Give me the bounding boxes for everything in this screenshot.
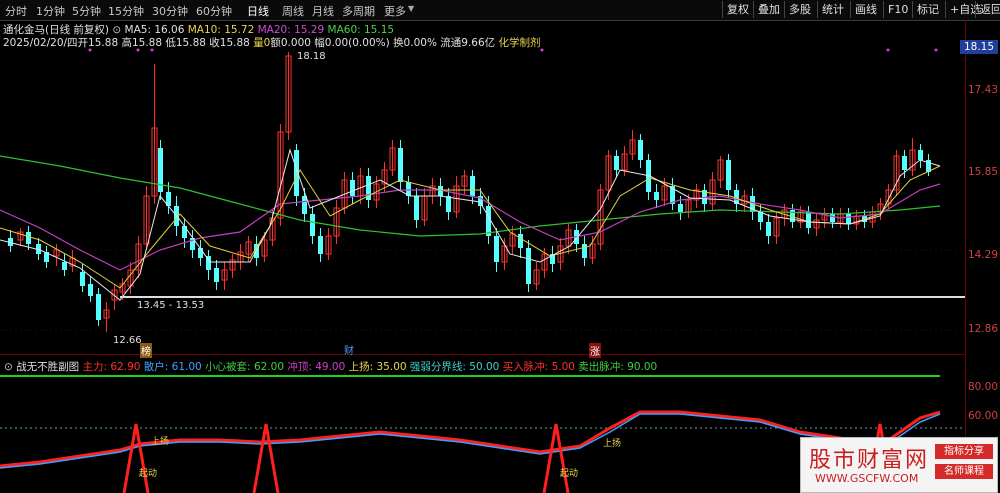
indicator-xiaoxin: 小心被套: 62.00	[205, 361, 284, 373]
candle-body	[902, 156, 907, 170]
buy-pulse-spike	[542, 423, 570, 493]
candle-body	[758, 212, 763, 222]
indicator-shangyang: 上扬: 35.00	[348, 361, 407, 373]
indicator-chongding: 冲顶: 49.00	[287, 361, 346, 373]
signal-dot	[886, 48, 890, 52]
candle-body	[766, 222, 771, 236]
indicator-header: ⊙ 战无不胜副图 主力: 62.90 散户: 61.00 小心被套: 62.00…	[4, 359, 657, 374]
indicator-label-up: 上扬	[603, 439, 622, 449]
kline-chart[interactable]	[0, 0, 1000, 493]
candle-body	[26, 232, 31, 244]
candle-body	[310, 214, 315, 236]
candle-body	[446, 196, 451, 212]
watermark-tag-share: 指标分享	[935, 444, 993, 459]
candle-body	[678, 204, 683, 212]
candle-body	[398, 148, 403, 182]
candle-body	[318, 236, 323, 254]
candle-body	[62, 262, 67, 270]
indicator-maichu: 卖出脉冲: 90.00	[578, 361, 658, 373]
low-annotation: 12.66	[113, 335, 142, 346]
watermark-url: WWW.GSCFW.COM	[815, 472, 919, 485]
candle-body	[182, 226, 187, 238]
watermark-logo: 股市财富网 WWW.GSCFW.COM 指标分享 名师课程	[800, 437, 998, 493]
candle-body	[846, 214, 851, 224]
signal-dot	[540, 48, 544, 52]
signal-dot	[150, 48, 154, 52]
candle-body	[350, 180, 355, 196]
buy-pulse-spike	[122, 423, 150, 493]
candle-body	[80, 272, 85, 286]
candle-body	[726, 160, 731, 190]
candle-body	[486, 206, 491, 236]
candle-body	[494, 236, 499, 262]
watermark-title: 股市财富网	[809, 448, 930, 473]
watermark-tag-course: 名师课程	[935, 464, 993, 479]
buy-pulse-spike	[252, 423, 280, 493]
candle-body	[654, 192, 659, 200]
candle-body	[918, 150, 923, 160]
candle-body	[214, 268, 219, 282]
candle-body	[614, 156, 619, 170]
candle-body	[88, 284, 93, 296]
candle-body	[470, 176, 475, 196]
indicator-sanhu: 散户: 61.00	[143, 361, 202, 373]
candle-body	[806, 212, 811, 228]
candle-body	[526, 248, 531, 284]
candle-body	[582, 244, 587, 258]
high-annotation: 18.18	[297, 51, 326, 62]
event-marker-zhang[interactable]: 涨	[589, 343, 601, 358]
candle-body	[638, 140, 643, 160]
indicator-label-qi: 起动	[139, 469, 158, 479]
indicator-label-up: 上扬	[151, 437, 170, 447]
candle-body	[414, 196, 419, 220]
support-range-annotation: 13.45 - 13.53	[137, 300, 205, 311]
indicator-name[interactable]: 战无不胜副图	[16, 361, 79, 373]
indicator-mairu: 买入脉冲: 5.00	[502, 361, 575, 373]
signal-dot	[88, 48, 92, 52]
indicator-settings-icon[interactable]: ⊙	[4, 361, 13, 373]
candle-body	[830, 214, 835, 222]
signal-dot	[934, 48, 938, 52]
candle-body	[518, 234, 523, 248]
ma5-line	[0, 148, 941, 301]
event-marker-bang[interactable]: 榜	[140, 343, 152, 358]
event-marker-cai[interactable]: 财	[344, 342, 354, 357]
candle-body	[302, 196, 307, 214]
signal-dot	[136, 48, 140, 52]
indicator-zhuli: 主力: 62.90	[82, 361, 141, 373]
indicator-label-qi: 起动	[560, 469, 579, 479]
indicator-qiangruo: 强弱分界线: 50.00	[409, 361, 500, 373]
candle-body	[96, 294, 101, 320]
